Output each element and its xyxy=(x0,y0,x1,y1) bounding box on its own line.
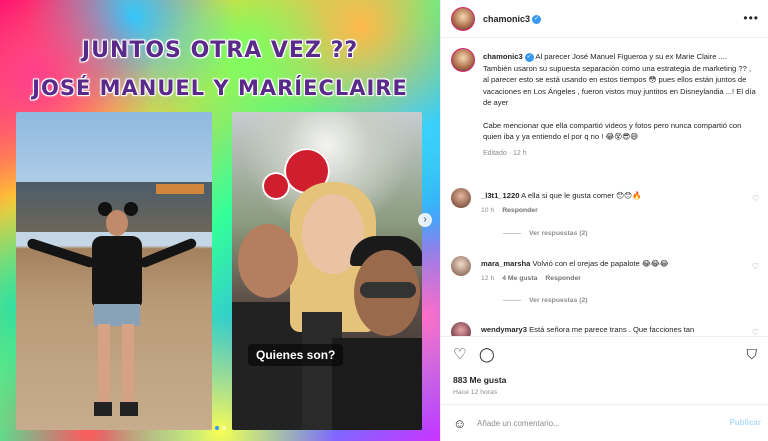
comment-body: Volvió con el orejas de papalote 😂😂😂 xyxy=(532,259,669,268)
comment-composer: ☺ Publicar xyxy=(441,404,768,441)
caption-body: Al parecer José Manuel Figueroa y su ex … xyxy=(483,52,756,107)
caption-time: 12 h xyxy=(512,149,527,157)
minnie-bow-icon xyxy=(262,172,290,200)
comment-body: A ella si que le gusta comer 😯😯🔥 xyxy=(521,191,642,200)
caption-body-2: Cabe mencionar que ella compartió videos… xyxy=(483,120,742,142)
post-time: Hace 12 horas xyxy=(453,389,498,396)
avatar[interactable] xyxy=(451,256,471,276)
comment-likes[interactable]: 4 Me gusta xyxy=(502,275,537,282)
headline-line-2: JOSÉ MANUEL Y MARÍECLAIRE xyxy=(32,76,408,100)
photo-group-selfie: Quienes son? xyxy=(232,112,422,430)
post-header: chamonic3 ✓ ••• xyxy=(441,0,768,38)
edited-label: Editado xyxy=(483,149,507,157)
emoji-icon[interactable]: ☺ xyxy=(453,416,466,431)
avatar[interactable] xyxy=(451,48,475,72)
post-actions: ♡ ◯ ⛉ 883 Me gusta Hace 12 horas xyxy=(441,336,768,404)
comment-meta: 10 h Responder xyxy=(481,207,538,214)
comment-text: wendymary3 Está señora me parece trans .… xyxy=(481,324,743,335)
caption-username[interactable]: chamonic3 xyxy=(483,52,523,61)
carousel-dots xyxy=(210,426,230,430)
username-text[interactable]: chamonic3 xyxy=(483,14,530,24)
carousel-dot xyxy=(214,426,219,430)
caption-meta: Editado · 12 h xyxy=(483,149,527,157)
like-comment-icon[interactable]: ♡ xyxy=(752,194,759,203)
verified-badge-icon: ✓ xyxy=(524,52,534,62)
photo-caption: Quienes son? xyxy=(248,344,344,366)
reply-button[interactable]: Responder xyxy=(545,275,581,282)
carousel-next-button[interactable]: › xyxy=(418,213,432,227)
man-face xyxy=(238,224,298,298)
headline-line-1: JUNTOS OTRA VEZ ?? xyxy=(81,38,359,63)
like-comment-icon[interactable]: ♡ xyxy=(752,328,759,336)
comment-username[interactable]: _l3t1_1220 xyxy=(481,191,519,200)
comment-text: _l3t1_1220 A ella si que le gusta comer … xyxy=(481,190,743,201)
like-count[interactable]: 883 Me gusta xyxy=(453,375,506,385)
reply-button[interactable]: Responder xyxy=(502,207,538,214)
comment-text: mara_marsha Volvió con el orejas de papa… xyxy=(481,258,743,269)
avatar[interactable] xyxy=(451,188,471,208)
photo-disney-woman xyxy=(16,112,212,430)
comments-section[interactable]: chamonic3 ✓ Al parecer José Manuel Figuer… xyxy=(441,38,768,336)
avatar[interactable] xyxy=(451,7,475,31)
like-comment-icon[interactable]: ♡ xyxy=(752,262,759,271)
save-icon[interactable]: ⛉ xyxy=(747,347,758,362)
woman-figure xyxy=(26,202,198,422)
publish-button[interactable]: Publicar xyxy=(729,418,761,427)
comment-body: Está señora me parece trans . Que faccio… xyxy=(529,325,695,334)
comment-icon[interactable]: ◯ xyxy=(479,347,495,362)
comment-input[interactable] xyxy=(477,415,707,431)
more-options-icon[interactable]: ••• xyxy=(743,11,759,25)
view-replies-button[interactable]: Ver respuestas (2) xyxy=(503,230,588,237)
comment-username[interactable]: mara_marsha xyxy=(481,259,530,268)
carousel-dot xyxy=(221,426,226,430)
avatar[interactable] xyxy=(451,322,471,336)
comment-meta: 12 h 4 Me gusta Responder xyxy=(481,275,581,282)
caption-text: chamonic3 ✓ Al parecer José Manuel Figuer… xyxy=(483,51,757,159)
comment-time: 12 h xyxy=(481,275,495,282)
comment-time: 10 h xyxy=(481,207,495,214)
comment-username[interactable]: wendymary3 xyxy=(481,325,527,334)
park-sign xyxy=(156,184,204,194)
post-sidebar: chamonic3 ✓ ••• chamonic3 ✓ Al parecer Jos… xyxy=(440,0,768,441)
verified-badge-icon: ✓ xyxy=(532,15,542,25)
view-replies-button[interactable]: Ver respuestas (2) xyxy=(503,297,588,304)
like-icon[interactable]: ♡ xyxy=(453,347,466,362)
header-username[interactable]: chamonic3 ✓ xyxy=(483,14,542,25)
post-media[interactable]: JUNTOS OTRA VEZ ?? JOSÉ MANUEL Y MARÍECL… xyxy=(0,0,440,441)
sunglasses xyxy=(360,282,416,298)
